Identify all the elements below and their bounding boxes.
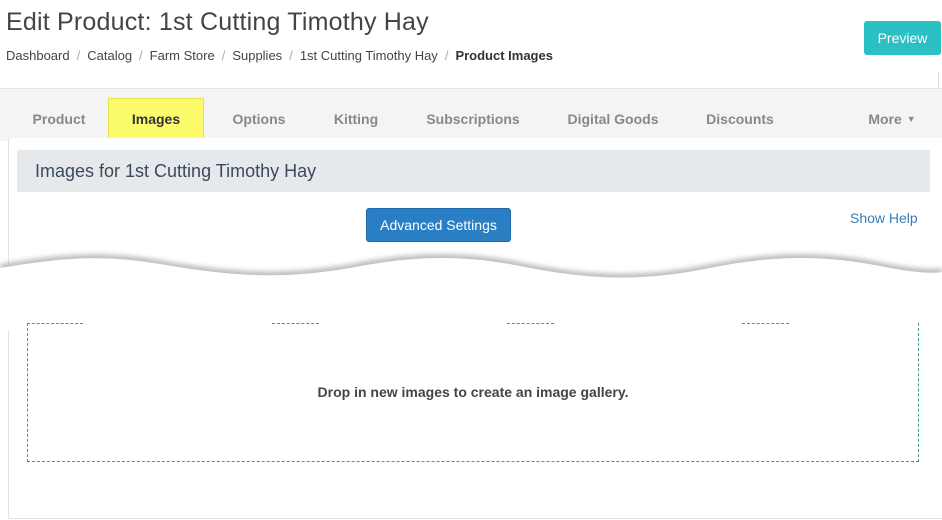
tab-bar: Product Images Options Kitting Subscript… (0, 88, 942, 141)
page-title: Edit Product: 1st Cutting Timothy Hay (6, 8, 429, 36)
torn-edge-divider (0, 253, 942, 296)
tab-kitting[interactable]: Kitting (316, 98, 396, 140)
tab-more[interactable]: More ▼ (856, 98, 928, 140)
preview-button[interactable]: Preview (864, 21, 941, 55)
breadcrumb-current: Product Images (455, 48, 553, 63)
breadcrumb-supplies[interactable]: Supplies (232, 48, 282, 63)
breadcrumb: Dashboard / Catalog / Farm Store / Suppl… (6, 48, 553, 63)
tab-subscriptions[interactable]: Subscriptions (413, 98, 533, 140)
tab-discounts[interactable]: Discounts (694, 98, 786, 140)
breadcrumb-product[interactable]: 1st Cutting Timothy Hay (300, 48, 438, 63)
tab-product[interactable]: Product (18, 98, 100, 140)
caret-down-icon: ▼ (906, 114, 916, 124)
breadcrumb-farm-store[interactable]: Farm Store (150, 48, 215, 63)
breadcrumb-catalog[interactable]: Catalog (87, 48, 132, 63)
image-dropzone[interactable]: Drop in new images to create an image ga… (27, 323, 919, 462)
dropzone-text: Drop in new images to create an image ga… (317, 384, 629, 400)
breadcrumb-separator: / (139, 48, 143, 63)
breadcrumb-separator: / (221, 48, 226, 63)
images-panel-header: Images for 1st Cutting Timothy Hay (17, 150, 930, 192)
tab-images[interactable]: Images (108, 98, 204, 140)
torn-edge-fill (0, 257, 942, 296)
show-help-link[interactable]: Show Help (850, 210, 918, 226)
breadcrumb-separator: / (444, 48, 449, 63)
breadcrumb-separator: / (289, 48, 293, 63)
images-panel-heading: Images for 1st Cutting Timothy Hay (35, 160, 317, 181)
breadcrumb-dashboard[interactable]: Dashboard (6, 48, 70, 63)
tab-digital-goods[interactable]: Digital Goods (553, 98, 673, 140)
tab-options[interactable]: Options (215, 98, 303, 140)
tab-more-label: More (868, 111, 902, 127)
breadcrumb-separator: / (76, 48, 81, 63)
